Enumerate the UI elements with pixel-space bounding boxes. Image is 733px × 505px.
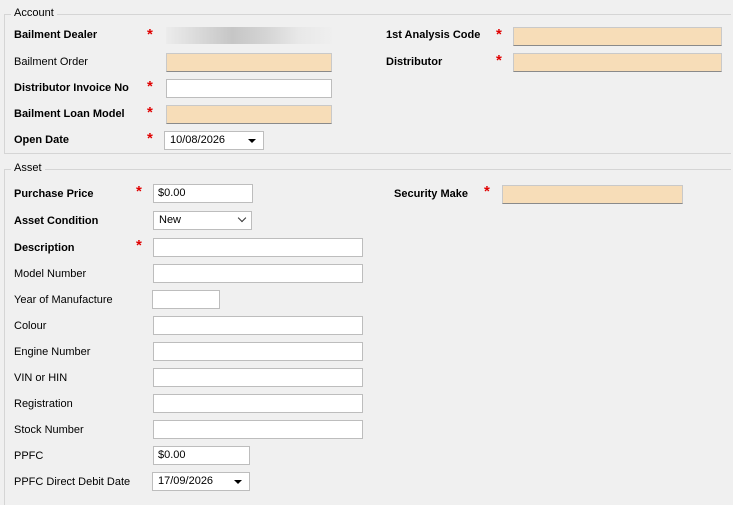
distributor-invoice-no-required-marker: * xyxy=(147,78,153,95)
first-analysis-code-field[interactable] xyxy=(513,27,722,46)
vin-or-hin-field[interactable] xyxy=(153,368,363,387)
chevron-down-icon[interactable] xyxy=(237,213,247,223)
bailment-dealer-label: Bailment Dealer xyxy=(14,29,98,41)
bailment-loan-model-required-marker: * xyxy=(147,104,153,121)
open-date-required-marker: * xyxy=(147,130,153,147)
asset-group-title: Asset xyxy=(11,162,45,174)
bailment-dealer-field[interactable] xyxy=(166,27,332,44)
bailment-order-field[interactable] xyxy=(166,53,332,72)
description-label: Description xyxy=(14,242,75,254)
account-group-title: Account xyxy=(11,7,57,19)
ppfc-direct-debit-date-value: 17/09/2026 xyxy=(158,475,214,487)
description-field[interactable] xyxy=(153,238,363,257)
security-make-label: Security Make xyxy=(394,188,468,200)
dropdown-arrow-icon[interactable] xyxy=(234,480,242,484)
open-date-value: 10/08/2026 xyxy=(170,134,226,146)
bailment-order-label: Bailment Order xyxy=(14,56,88,68)
ppfc-direct-debit-date-picker[interactable]: 17/09/2026 xyxy=(152,472,250,491)
bailment-dealer-required-marker: * xyxy=(147,26,153,43)
registration-label: Registration xyxy=(14,398,73,410)
distributor-label: Distributor xyxy=(386,56,443,68)
year-of-manufacture-field[interactable] xyxy=(152,290,220,309)
dropdown-arrow-icon[interactable] xyxy=(248,139,256,143)
bailment-loan-model-field[interactable] xyxy=(166,105,332,124)
distributor-invoice-no-field[interactable] xyxy=(166,79,332,98)
purchase-price-required-marker: * xyxy=(136,183,142,200)
first-analysis-code-label: 1st Analysis Code xyxy=(386,29,481,41)
engine-number-label: Engine Number xyxy=(14,346,91,358)
ppfc-field[interactable]: $0.00 xyxy=(153,446,250,465)
open-date-picker[interactable]: 10/08/2026 xyxy=(164,131,264,150)
first-analysis-code-required-marker: * xyxy=(496,26,502,43)
engine-number-field[interactable] xyxy=(153,342,363,361)
distributor-invoice-no-label: Distributor Invoice No xyxy=(14,82,129,94)
ppfc-label: PPFC xyxy=(14,450,44,462)
distributor-field[interactable] xyxy=(513,53,722,72)
asset-condition-label: Asset Condition xyxy=(14,215,99,227)
purchase-price-label: Purchase Price xyxy=(14,188,94,200)
description-required-marker: * xyxy=(136,237,142,254)
security-make-field[interactable] xyxy=(502,185,683,204)
ppfc-direct-debit-date-label: PPFC Direct Debit Date xyxy=(14,476,131,488)
asset-group: Asset xyxy=(4,162,731,505)
model-number-label: Model Number xyxy=(14,268,87,280)
colour-field[interactable] xyxy=(153,316,363,335)
stock-number-label: Stock Number xyxy=(14,424,84,436)
model-number-field[interactable] xyxy=(153,264,363,283)
open-date-label: Open Date xyxy=(14,134,70,146)
asset-condition-select[interactable]: New xyxy=(153,211,252,230)
registration-field[interactable] xyxy=(153,394,363,413)
vin-or-hin-label: VIN or HIN xyxy=(14,372,68,384)
asset-condition-value: New xyxy=(159,214,182,226)
stock-number-field[interactable] xyxy=(153,420,363,439)
purchase-price-field[interactable]: $0.00 xyxy=(153,184,253,203)
bailment-loan-model-label: Bailment Loan Model xyxy=(14,108,125,120)
distributor-required-marker: * xyxy=(496,52,502,69)
security-make-required-marker: * xyxy=(484,183,490,200)
colour-label: Colour xyxy=(14,320,47,332)
year-of-manufacture-label: Year of Manufacture xyxy=(14,294,113,306)
